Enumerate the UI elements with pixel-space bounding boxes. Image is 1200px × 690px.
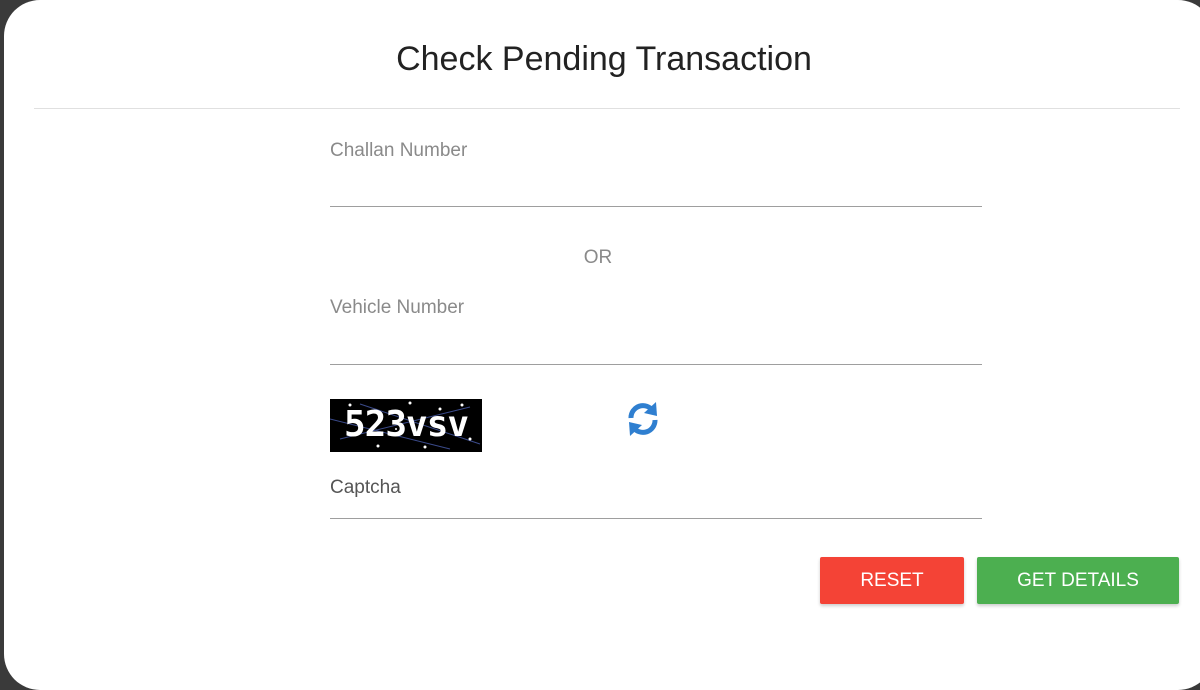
- title-divider: [34, 108, 1180, 109]
- page-title: Check Pending Transaction: [396, 40, 812, 78]
- captcha-image: 523vsv: [330, 399, 482, 452]
- challan-number-label: Challan Number: [330, 140, 468, 161]
- vehicle-number-input[interactable]: [330, 329, 982, 363]
- reset-button[interactable]: RESET: [820, 557, 964, 604]
- form-card: Check Pending Transaction Challan Number…: [4, 0, 1200, 690]
- or-separator: OR: [583, 247, 613, 268]
- vehicle-number-underline: [330, 364, 982, 365]
- captcha-refresh-button[interactable]: [623, 399, 663, 439]
- vehicle-number-label: Vehicle Number: [330, 297, 465, 318]
- challan-number-underline: [330, 206, 982, 207]
- challan-number-input[interactable]: [330, 172, 982, 206]
- captcha-input[interactable]: [330, 484, 982, 518]
- captcha-text: 523vsv: [344, 404, 469, 445]
- get-details-button[interactable]: GET DETAILS: [977, 557, 1179, 604]
- captcha-underline: [330, 518, 982, 519]
- refresh-icon: [628, 402, 658, 436]
